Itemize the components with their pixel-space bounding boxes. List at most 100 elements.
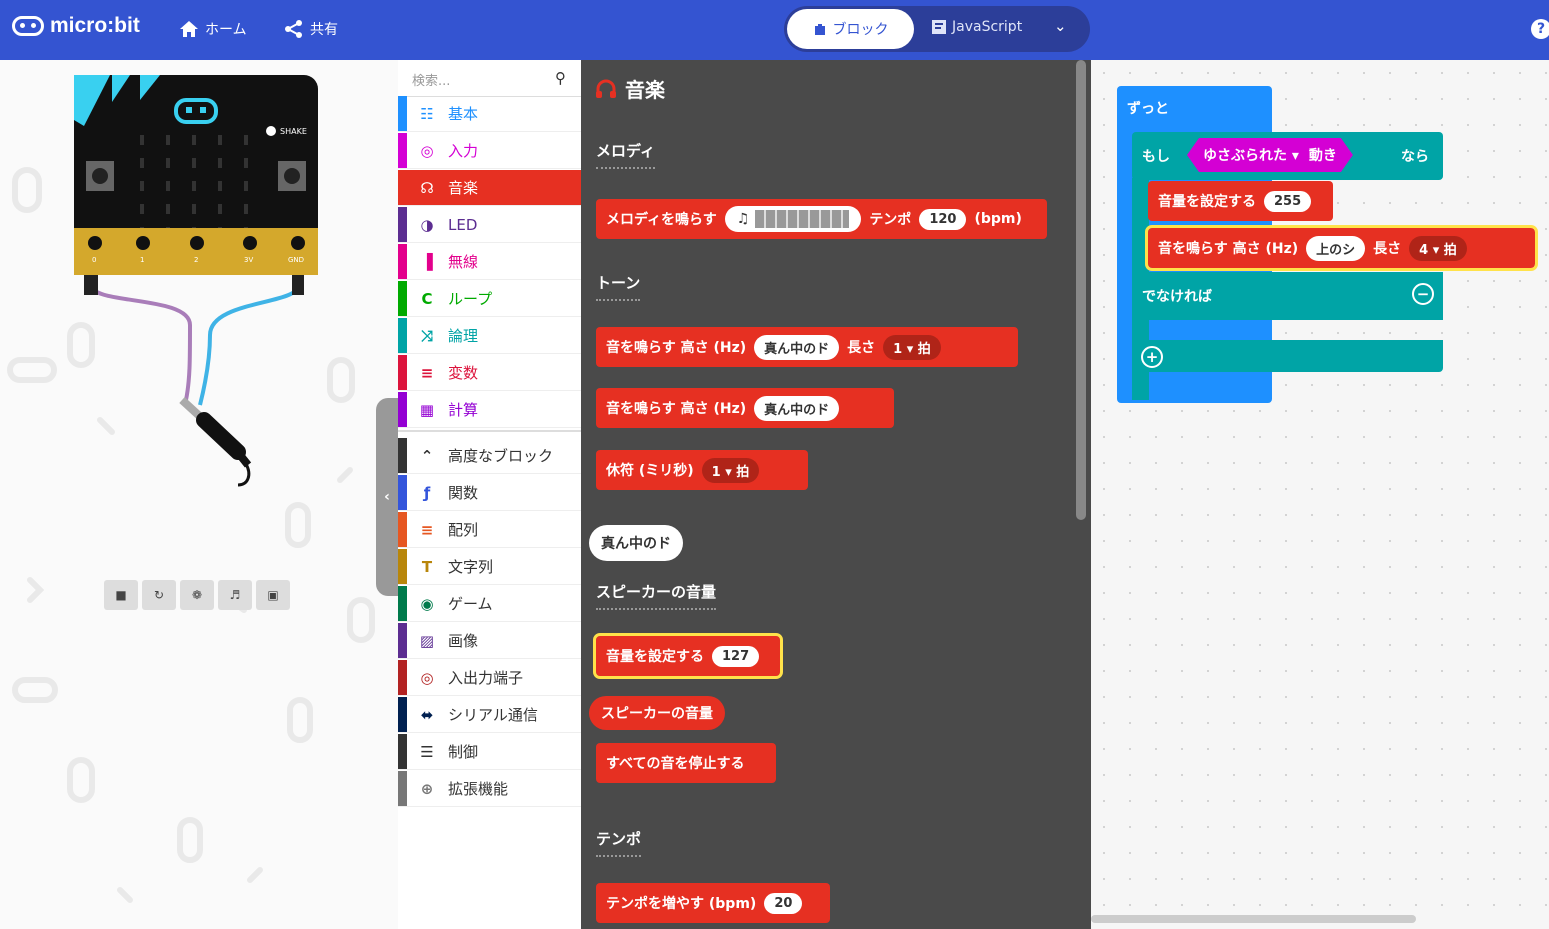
category-label: 拡張機能	[448, 780, 509, 798]
tempo-increment-value[interactable]: 20	[764, 892, 803, 914]
category-17[interactable]: ☰ 制御	[398, 734, 581, 770]
category-14[interactable]: ▨ 画像	[398, 623, 581, 659]
change-tempo-text: テンポを増やす (bpm)	[606, 896, 757, 912]
debug-icon[interactable]: ❁	[180, 580, 214, 610]
beat-dropdown[interactable]: 1 ▾ 拍	[701, 457, 760, 483]
category-1[interactable]: ◎ 入力	[398, 133, 581, 169]
play-melody-block[interactable]: メロディを鳴らす ♫ テンポ 120 (bpm)	[596, 199, 1047, 239]
headphones-icon	[596, 79, 616, 98]
category-label: 計算	[448, 401, 479, 419]
microbit-logo[interactable]: micro:bit	[12, 14, 140, 38]
search-icon[interactable]: ⚲	[555, 69, 566, 87]
gesture-dropdown[interactable]: ゆさぶられた ▾	[1203, 145, 1299, 165]
change-tempo-block[interactable]: テンポを増やす (bpm) 20	[596, 883, 830, 923]
play-tone-text: 音を鳴らす 高さ (Hz)	[606, 340, 747, 356]
category-3[interactable]: ◑ LED	[398, 207, 581, 243]
if-block-bottom	[1132, 340, 1443, 372]
category-label: 関数	[448, 484, 479, 502]
share-button[interactable]: 共有	[284, 19, 338, 39]
puzzle-icon	[814, 24, 825, 35]
editor-toggle: ブロック JavaScript ⌄	[784, 6, 1090, 52]
category-label: 変数	[448, 364, 479, 382]
restart-icon[interactable]: ↻	[142, 580, 176, 610]
category-label: 無線	[448, 253, 479, 271]
gesture-condition[interactable]: ゆさぶられた ▾ 動き	[1187, 138, 1353, 172]
category-6[interactable]: ⤨ 論理	[398, 318, 581, 354]
plus-circle-icon[interactable]: +	[1141, 346, 1163, 368]
note-picker[interactable]: 真ん中のド	[754, 334, 840, 360]
category-10[interactable]: ƒ 関数	[398, 475, 581, 511]
category-color-bar	[398, 771, 407, 806]
category-11[interactable]: ≡ 配列	[398, 512, 581, 548]
search-input[interactable]: 検索...	[412, 70, 450, 89]
minus-circle-icon[interactable]: −	[1412, 283, 1434, 305]
category-color-bar	[398, 244, 407, 279]
category-5[interactable]: C ループ	[398, 281, 581, 317]
category-color-bar	[398, 318, 407, 353]
set-volume-block[interactable]: 音量を設定する 127	[593, 633, 783, 679]
note-reporter-block[interactable]: 真ん中のド	[589, 525, 683, 561]
share-icon	[285, 20, 302, 38]
note-picker[interactable]: 真ん中のド	[754, 395, 840, 421]
javascript-tab[interactable]: JavaScript	[932, 19, 1022, 35]
microbit-board: 0 1 2 3V GND	[74, 75, 318, 275]
stop-all-sounds-block[interactable]: すべての音を停止する	[596, 743, 776, 783]
category-9[interactable]: ⌃ 高度なブロック	[398, 438, 581, 474]
image-icon: ▨	[419, 631, 435, 650]
melody-bar	[755, 210, 850, 228]
category-label: ループ	[448, 290, 493, 308]
beat-dropdown[interactable]: 4 ▾ 拍	[1409, 235, 1467, 261]
workspace-scrollbar[interactable]	[1091, 915, 1416, 923]
volume-value[interactable]: 127	[712, 645, 760, 667]
ring-tone-text: 音を鳴らす 高さ (Hz)	[606, 401, 747, 417]
category-12[interactable]: T 文字列	[398, 549, 581, 585]
ring-tone-block[interactable]: 音を鳴らす 高さ (Hz) 真ん中のド	[596, 388, 894, 428]
mute-icon[interactable]: ♬	[218, 580, 252, 610]
home-icon	[180, 21, 198, 37]
top-bar: micro:bit ホーム 共有 ブロック JavaScript ⌄ ?	[0, 0, 1549, 60]
blocks-tab[interactable]: ブロック	[787, 9, 914, 49]
melody-editor[interactable]: ♫	[724, 206, 862, 232]
section-tone: トーン	[596, 272, 641, 301]
beat-dropdown[interactable]: 1 ▾ 拍	[883, 334, 941, 360]
play-tone-block[interactable]: 音を鳴らす 高さ (Hz) 上のシ 長さ 4 ▾ 拍	[1145, 225, 1538, 271]
category-0[interactable]: ☷ 基本	[398, 96, 581, 132]
help-icon[interactable]: ?	[1531, 19, 1549, 39]
category-label: 入力	[448, 142, 479, 160]
category-7[interactable]: ≡ 変数	[398, 355, 581, 391]
rest-block[interactable]: 休符 (ミリ秒) 1 ▾ 拍	[596, 450, 808, 490]
category-4[interactable]: ▐ 無線	[398, 244, 581, 280]
chevron-down-icon[interactable]: ⌄	[1054, 17, 1067, 35]
stop-icon[interactable]: ■	[104, 580, 138, 610]
search-box[interactable]: 検索... ⚲	[398, 60, 581, 97]
blocks-workspace[interactable]: ずっと もし ゆさぶられた ▾ 動き なら 音量を設定する 255 音を鳴らす …	[1091, 60, 1549, 929]
flyout-scrollbar[interactable]	[1076, 60, 1086, 520]
play-tone-block[interactable]: 音を鳴らす 高さ (Hz) 真ん中のド 長さ 1 ▾ 拍	[596, 327, 1018, 367]
category-label: 論理	[448, 327, 479, 345]
usb-icon: ⬌	[420, 705, 434, 724]
category-18[interactable]: ⊕ 拡張機能	[398, 771, 581, 807]
note-picker[interactable]: 上のシ	[1306, 235, 1366, 261]
category-color-bar	[398, 623, 407, 658]
length-label: 長さ	[1373, 241, 1402, 257]
collapse-simulator-button[interactable]: ‹	[376, 398, 398, 596]
then-label: なら	[1401, 149, 1429, 165]
simulator-panel: 0 1 2 3V GND SHAKE ■ ↻ ❁ ♬ ▣	[0, 60, 398, 929]
home-button[interactable]: ホーム	[179, 19, 247, 39]
category-label: ゲーム	[448, 595, 493, 613]
volume-value[interactable]: 255	[1264, 190, 1312, 212]
category-13[interactable]: ◉ ゲーム	[398, 586, 581, 622]
volume-reporter-block[interactable]: スピーカーの音量	[589, 696, 725, 730]
play-melody-text: メロディを鳴らす	[606, 212, 717, 228]
signal-icon: ▐	[421, 252, 433, 271]
tempo-value[interactable]: 120	[919, 208, 967, 230]
category-label: 画像	[448, 632, 479, 650]
category-16[interactable]: ⬌ シリアル通信	[398, 697, 581, 733]
microbit-logo-icon	[12, 16, 44, 36]
category-2[interactable]: ☊ 音楽	[398, 170, 581, 206]
category-8[interactable]: ▦ 計算	[398, 392, 581, 428]
category-15[interactable]: ◎ 入出力端子	[398, 660, 581, 696]
fullscreen-icon[interactable]: ▣	[256, 580, 290, 610]
category-label: 基本	[448, 105, 479, 123]
set-volume-block[interactable]: 音量を設定する 255	[1148, 181, 1333, 221]
